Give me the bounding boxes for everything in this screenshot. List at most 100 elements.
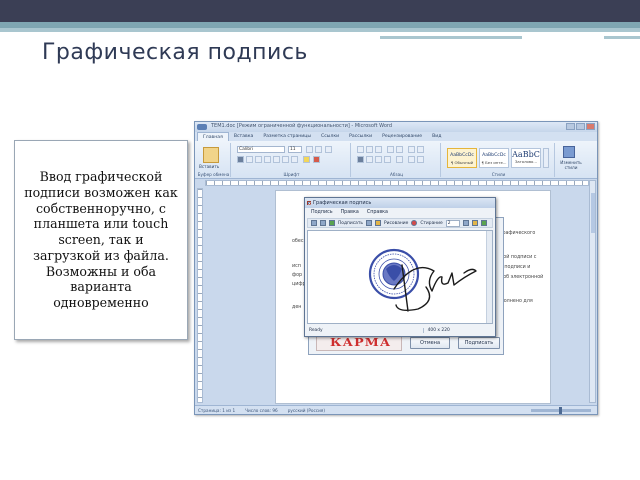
apply-icon[interactable]: [471, 220, 478, 226]
stamp-text: КАРМА: [330, 336, 392, 349]
dialog-toolbar: Подписать Рисование Стирание 2: [307, 218, 493, 228]
font-size-field[interactable]: 11: [288, 146, 302, 153]
ribbon-tabs: Главная Вставка Разметка страницы Ссылки…: [195, 132, 597, 141]
dialog-close-icon[interactable]: x: [307, 201, 311, 207]
cancel-button[interactable]: Отмена: [410, 337, 450, 349]
scroll-thumb[interactable]: [591, 193, 595, 233]
justify-icon[interactable]: [384, 156, 391, 163]
minimize-icon[interactable]: [566, 123, 575, 130]
align-center-icon[interactable]: [366, 156, 373, 163]
align-right-icon[interactable]: [375, 156, 382, 163]
styles-group-label: Стили: [491, 172, 506, 177]
font-group-label: Шрифт: [283, 172, 300, 177]
change-case-icon[interactable]: [291, 156, 298, 163]
width-spin-icon[interactable]: [462, 220, 469, 226]
toolbar-draw-label[interactable]: Рисование: [384, 221, 408, 226]
style-no-spacing[interactable]: AaBbCcDc ¶ Без инте...: [479, 148, 509, 168]
tab-page-layout[interactable]: Разметка страницы: [258, 132, 316, 141]
sign-button[interactable]: Подписать: [458, 337, 500, 349]
grow-font-icon[interactable]: [306, 146, 313, 153]
ribbon: Вставить Буфер обмена Calibri 11 Шрифт А…: [195, 141, 597, 179]
dialog-status-text: Ready: [309, 327, 323, 333]
align-left-icon[interactable]: [357, 156, 364, 163]
subscript-icon[interactable]: [273, 156, 280, 163]
multilevel-list-icon[interactable]: [375, 146, 382, 153]
menu-signature[interactable]: Подпись: [311, 210, 333, 215]
status-words[interactable]: Число слов: 96: [245, 408, 278, 413]
canvas-scrollbar[interactable]: [486, 231, 492, 323]
style-normal-name: ¶ Обычный: [450, 160, 474, 165]
confirm-icon[interactable]: [480, 220, 487, 226]
strikethrough-icon[interactable]: [264, 156, 271, 163]
caption-box: Ввод графической подписи возможен как со…: [14, 140, 188, 340]
bold-icon[interactable]: [237, 156, 244, 163]
numbering-icon[interactable]: [366, 146, 373, 153]
office-button[interactable]: [197, 124, 207, 130]
shading-icon[interactable]: [408, 156, 415, 163]
word-statusbar: Страница: 1 из 1 Число слов: 96 русский …: [195, 405, 597, 414]
style-no-spacing-preview: AaBbCcDc: [482, 153, 506, 158]
styles-more-icon[interactable]: [543, 148, 549, 168]
maximize-icon[interactable]: [576, 123, 585, 130]
tab-references[interactable]: Ссылки: [316, 132, 344, 141]
signature-canvas[interactable]: [307, 230, 493, 324]
font-name-field[interactable]: Calibri: [237, 146, 285, 153]
clear-format-icon[interactable]: [325, 146, 332, 153]
style-heading[interactable]: AaBbC Заголово...: [511, 148, 541, 168]
tab-home[interactable]: Главная: [197, 132, 229, 141]
pen-icon[interactable]: [375, 220, 381, 226]
tab-insert[interactable]: Вставка: [229, 132, 258, 141]
vertical-scrollbar[interactable]: [589, 180, 596, 403]
doc-line: ден: [292, 305, 302, 310]
dialog-menubar: Подпись Правка Справка: [305, 208, 495, 217]
caption-text: Ввод графической подписи возможен как со…: [24, 168, 178, 311]
sign-icon[interactable]: [329, 220, 335, 226]
tab-review[interactable]: Рецензирование: [377, 132, 427, 141]
pen-width-field[interactable]: 2: [445, 219, 460, 227]
status-language[interactable]: русский (Россия): [288, 408, 325, 413]
show-marks-icon[interactable]: [417, 146, 424, 153]
line-spacing-icon[interactable]: [396, 156, 403, 163]
copy-icon[interactable]: [366, 220, 372, 226]
horizontal-ruler[interactable]: [205, 180, 589, 186]
slide-title: Графическая подпись: [42, 40, 308, 65]
tab-mailings[interactable]: Рассылки: [344, 132, 377, 141]
menu-edit[interactable]: Правка: [341, 210, 359, 215]
paste-icon[interactable]: [203, 147, 219, 163]
status-page[interactable]: Страница: 1 из 1: [198, 408, 235, 413]
new-icon[interactable]: [311, 220, 317, 226]
sort-icon[interactable]: [408, 146, 415, 153]
paragraph-group: Абзац: [353, 143, 441, 177]
italic-icon[interactable]: [246, 156, 253, 163]
underline-icon[interactable]: [255, 156, 262, 163]
vertical-ruler[interactable]: [197, 188, 203, 403]
menu-help[interactable]: Справка: [367, 210, 388, 215]
tab-view[interactable]: Вид: [427, 132, 446, 141]
handwritten-signature: [393, 264, 477, 312]
highlight-icon[interactable]: [303, 156, 310, 163]
toolbar-erase-label[interactable]: Стирание: [420, 221, 442, 226]
shrink-font-icon[interactable]: [315, 146, 322, 153]
decrease-indent-icon[interactable]: [387, 146, 394, 153]
signature-drawing: [368, 248, 477, 312]
borders-icon[interactable]: [417, 156, 424, 163]
superscript-icon[interactable]: [282, 156, 289, 163]
close-icon[interactable]: [586, 123, 595, 130]
toolbar-sign-label[interactable]: Подписать: [338, 221, 363, 226]
change-styles-icon[interactable]: [563, 146, 575, 158]
header-accent: [380, 36, 522, 39]
paragraph-group-label: Абзац: [389, 172, 404, 177]
dialog-titlebar: Графическая подпись x: [305, 198, 495, 208]
style-normal[interactable]: AaBbCcDc ¶ Обычный: [447, 148, 477, 168]
clipboard-group: Вставить Буфер обмена: [197, 143, 231, 177]
doc-line: обес: [292, 239, 304, 244]
official-seal: [368, 248, 420, 300]
bullets-icon[interactable]: [357, 146, 364, 153]
font-color-icon[interactable]: [313, 156, 320, 163]
doc-line: исп: [292, 264, 301, 269]
eraser-icon[interactable]: [411, 220, 418, 226]
increase-indent-icon[interactable]: [396, 146, 403, 153]
open-icon[interactable]: [320, 220, 326, 226]
zoom-slider[interactable]: [531, 406, 591, 414]
header-stripe-light: [0, 28, 640, 32]
